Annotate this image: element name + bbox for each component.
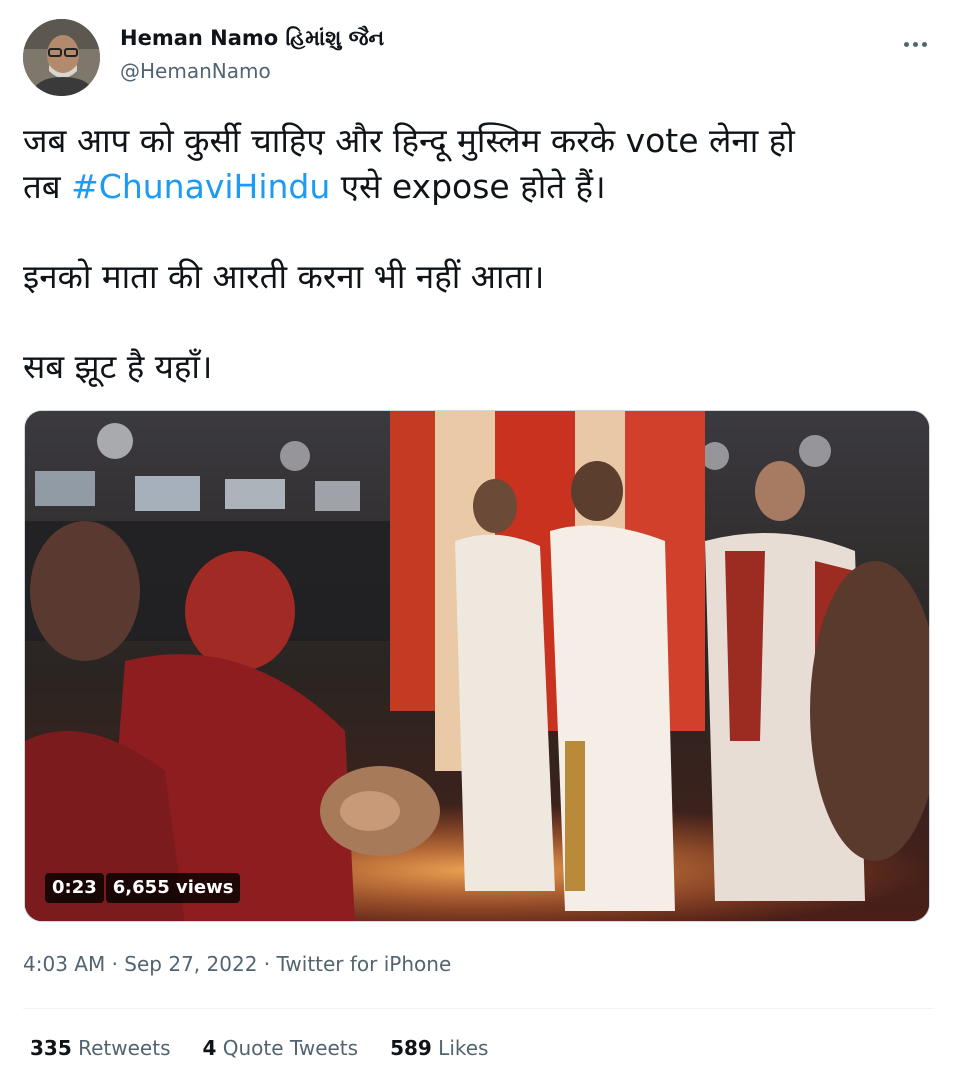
tweet-source[interactable]: Twitter for iPhone bbox=[277, 952, 452, 976]
video-duration: 0:23 bbox=[45, 873, 104, 903]
avatar[interactable] bbox=[23, 19, 100, 96]
tweet-paragraph-3: सब झूट है यहाँ। bbox=[23, 347, 213, 386]
likes-count: 589 bbox=[390, 1036, 432, 1060]
author-name[interactable]: Heman Namo હિમાંશુ જૈન bbox=[120, 26, 384, 51]
tweet-time[interactable]: 4:03 AM bbox=[23, 952, 105, 976]
quote-tweets-stat[interactable]: 4 Quote Tweets bbox=[202, 1036, 358, 1060]
video-player[interactable]: 0:23 6,655 views bbox=[24, 410, 930, 922]
more-options-button[interactable] bbox=[893, 24, 937, 58]
tweet-text: जब आप को कुर्सी चाहिए और हिन्दू मुस्लिम … bbox=[23, 118, 933, 434]
likes-stat[interactable]: 589 Likes bbox=[390, 1036, 488, 1060]
avatar-image bbox=[23, 19, 100, 96]
tweet-paragraph-2: इनको माता की आरती करना भी नहीं आता। bbox=[23, 257, 545, 296]
tweet-stats: 335 Retweets 4 Quote Tweets 589 Likes bbox=[30, 1036, 488, 1060]
more-horizontal-icon bbox=[902, 32, 929, 51]
retweets-count: 335 bbox=[30, 1036, 72, 1060]
retweets-stat[interactable]: 335 Retweets bbox=[30, 1036, 170, 1060]
retweets-label: Retweets bbox=[78, 1036, 171, 1060]
meta-separator-2: · bbox=[257, 952, 277, 976]
video-thumbnail bbox=[25, 411, 929, 921]
tweet-meta: 4:03 AM · Sep 27, 2022 · Twitter for iPh… bbox=[23, 952, 451, 976]
meta-separator-1: · bbox=[105, 952, 125, 976]
video-views: 6,655 views bbox=[105, 873, 241, 903]
hashtag-link[interactable]: #ChunaviHindu bbox=[71, 167, 330, 206]
tweet-date[interactable]: Sep 27, 2022 bbox=[124, 952, 257, 976]
divider bbox=[23, 1008, 933, 1009]
tweet-card: Heman Namo હિમાંશુ જૈન @HemanNamo जब आप … bbox=[0, 0, 954, 1090]
video-badge: 0:23 6,655 views bbox=[45, 873, 241, 903]
quotes-count: 4 bbox=[202, 1036, 217, 1060]
tweet-line-2-prefix: तब bbox=[23, 167, 72, 206]
quotes-label: Quote Tweets bbox=[222, 1036, 359, 1060]
likes-label: Likes bbox=[438, 1036, 489, 1060]
author-handle[interactable]: @HemanNamo bbox=[120, 59, 271, 83]
tweet-paragraph-1: जब आप को कुर्सी चाहिए और हिन्दू मुस्लिम … bbox=[23, 118, 933, 210]
tweet-line-1: जब आप को कुर्सी चाहिए और हिन्दू मुस्लिम … bbox=[23, 121, 795, 160]
tweet-line-2-suffix: एसे expose होते हैं। bbox=[330, 167, 606, 206]
